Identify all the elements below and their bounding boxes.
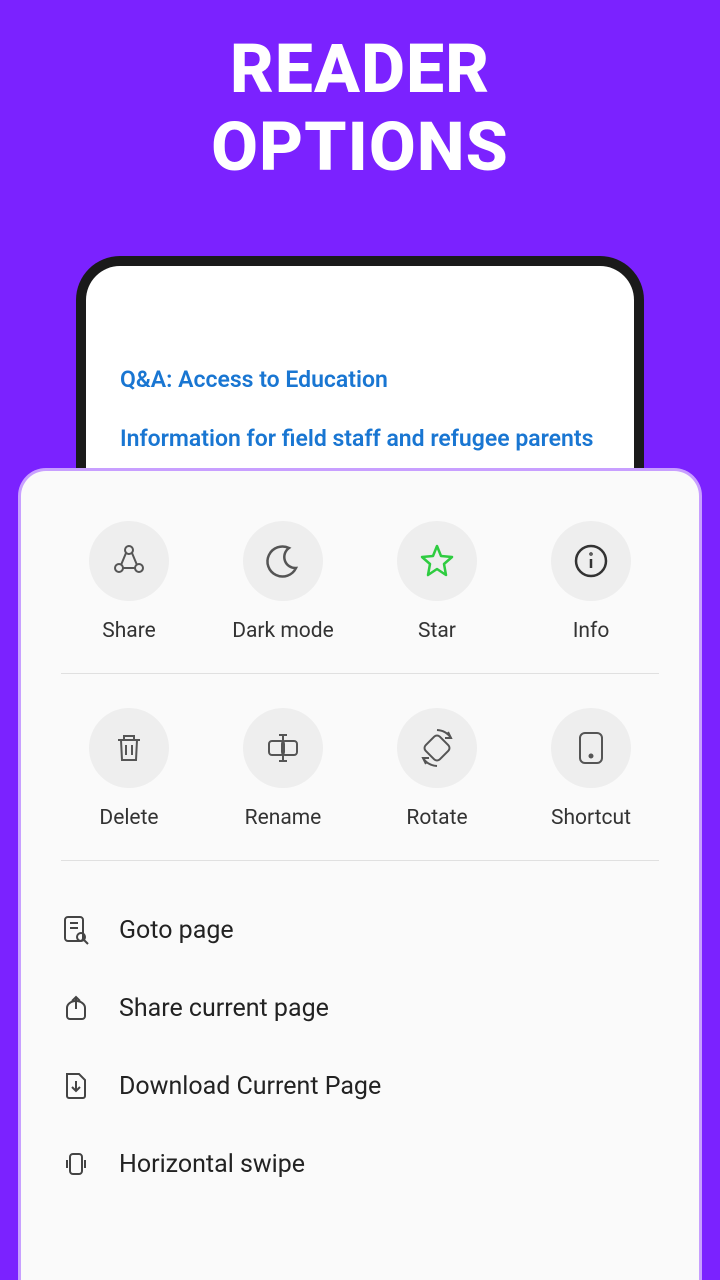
shortcut-icon: [575, 729, 607, 767]
actions-grid-1: Share Dark mode Star In: [51, 521, 669, 673]
options-list: Goto page Share current page Download Cu…: [51, 891, 669, 1203]
star-label: Star: [418, 619, 456, 643]
goto-page-item[interactable]: Goto page: [61, 891, 659, 969]
download-icon: [61, 1071, 91, 1101]
share-page-label: Share current page: [119, 994, 329, 1023]
download-page-item[interactable]: Download Current Page: [61, 1047, 659, 1125]
options-sheet: Share Dark mode Star In: [18, 468, 702, 1280]
page-search-icon: [61, 915, 91, 945]
star-button[interactable]: Star: [369, 521, 505, 643]
rename-button[interactable]: Rename: [215, 708, 351, 830]
share-button[interactable]: Share: [61, 521, 197, 643]
star-icon: [417, 541, 457, 581]
info-button[interactable]: Info: [523, 521, 659, 643]
rotate-icon: [417, 728, 457, 768]
shortcut-button[interactable]: Shortcut: [523, 708, 659, 830]
share-icon: [110, 542, 148, 580]
rotate-button[interactable]: Rotate: [369, 708, 505, 830]
actions-grid-2: Delete Rename Rotate: [51, 708, 669, 860]
share-page-item[interactable]: Share current page: [61, 969, 659, 1047]
download-page-label: Download Current Page: [119, 1072, 381, 1101]
delete-label: Delete: [99, 806, 158, 830]
rename-label: Rename: [245, 806, 322, 830]
divider: [61, 673, 659, 674]
dark-mode-label: Dark mode: [232, 619, 334, 643]
rename-icon: [263, 730, 303, 766]
trash-icon: [111, 730, 147, 766]
moon-icon: [264, 542, 302, 580]
document-title: Q&A: Access to Education: [120, 366, 600, 393]
dark-mode-button[interactable]: Dark mode: [215, 521, 351, 643]
divider: [61, 860, 659, 861]
rotate-label: Rotate: [406, 806, 467, 830]
delete-button[interactable]: Delete: [61, 708, 197, 830]
swipe-icon: [61, 1149, 91, 1179]
info-label: Info: [573, 619, 610, 643]
promo-title: READEROPTIONS: [0, 0, 720, 186]
info-icon: [572, 542, 610, 580]
share-page-icon: [61, 993, 91, 1023]
horizontal-swipe-label: Horizontal swipe: [119, 1150, 305, 1179]
shortcut-label: Shortcut: [551, 806, 631, 830]
goto-page-label: Goto page: [119, 916, 234, 945]
horizontal-swipe-item[interactable]: Horizontal swipe: [61, 1125, 659, 1203]
document-subtitle: Information for field staff and refugee …: [120, 425, 600, 452]
share-label: Share: [102, 619, 156, 643]
